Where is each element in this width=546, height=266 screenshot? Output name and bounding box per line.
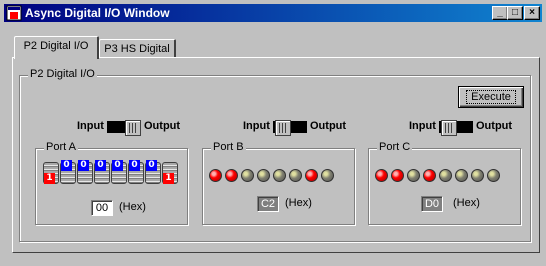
execute-label: Execute xyxy=(466,90,516,104)
direction-switch[interactable] xyxy=(273,120,307,136)
input-label: Input xyxy=(77,120,104,132)
port-a-bit-switch[interactable]: 1 xyxy=(43,160,59,184)
minimize-button[interactable]: _ xyxy=(492,6,508,20)
bit-value-flag: 0 xyxy=(129,160,140,171)
input-label: Input xyxy=(409,120,436,132)
tab-p3-hs-digital[interactable]: P3 HS Digital xyxy=(99,39,176,59)
port-b-group: Port B xyxy=(202,141,355,225)
port-a-hex-input[interactable]: 00 xyxy=(91,200,113,216)
port-a-bit-switch[interactable]: 1 xyxy=(162,160,178,184)
led-indicator xyxy=(455,169,468,182)
led-indicator xyxy=(321,169,334,182)
port-a-bit-switch[interactable]: 0 xyxy=(128,160,144,184)
port-c-group: Port C xyxy=(368,141,521,225)
output-label: Output xyxy=(144,120,181,132)
async-digital-io-window: Async Digital I/O Window _ □ × P2 Digita… xyxy=(0,0,546,266)
led-indicator xyxy=(241,169,254,182)
bit-value-flag: 1 xyxy=(163,173,174,184)
port-a-bit-switch[interactable]: 0 xyxy=(77,160,93,184)
input-label: Input xyxy=(243,120,270,132)
close-button[interactable]: × xyxy=(524,6,540,20)
port-c-hex-unit: (Hex) xyxy=(453,197,480,209)
port-c-direction-toggle[interactable]: Input Output xyxy=(409,120,529,136)
port-a-bit-switch[interactable]: 0 xyxy=(145,160,161,184)
title-bar[interactable]: Async Digital I/O Window _ □ × xyxy=(4,4,542,22)
port-a-bit-switch[interactable]: 0 xyxy=(111,160,127,184)
led-indicator xyxy=(273,169,286,182)
direction-switch[interactable] xyxy=(439,120,473,136)
app-window-icon xyxy=(6,5,22,21)
tab-panel: P2 Digital I/O Execute Input Output Inpu… xyxy=(12,57,540,253)
port-b-direction-toggle[interactable]: Input Output xyxy=(243,120,363,136)
maximize-icon: □ xyxy=(511,7,519,18)
tab-label: P2 Digital I/O xyxy=(23,40,89,52)
bit-value-flag: 0 xyxy=(95,160,106,171)
led-indicator xyxy=(391,169,404,182)
switch-knob[interactable] xyxy=(441,120,457,136)
execute-button[interactable]: Execute xyxy=(458,86,524,108)
port-c-label: Port C xyxy=(377,141,413,153)
group-label: P2 Digital I/O xyxy=(28,68,97,80)
led-indicator xyxy=(487,169,500,182)
close-icon: × xyxy=(529,7,535,18)
led-indicator xyxy=(375,169,388,182)
port-a-label: Port A xyxy=(44,141,78,153)
switch-knob[interactable] xyxy=(275,120,291,136)
tab-label: P3 HS Digital xyxy=(104,43,170,55)
port-c-hex-value: D0 xyxy=(421,196,443,212)
minimize-icon: _ xyxy=(497,7,503,18)
led-indicator xyxy=(423,169,436,182)
bit-value-flag: 1 xyxy=(44,173,55,184)
port-a-hex-unit: (Hex) xyxy=(119,201,146,213)
port-b-hex-unit: (Hex) xyxy=(285,197,312,209)
bit-value-flag: 0 xyxy=(112,160,123,171)
direction-switch[interactable] xyxy=(107,120,141,136)
led-indicator xyxy=(407,169,420,182)
maximize-button[interactable]: □ xyxy=(507,6,523,20)
output-label: Output xyxy=(310,120,347,132)
port-a-bit-switch[interactable]: 0 xyxy=(60,160,76,184)
bit-value-flag: 0 xyxy=(61,160,72,171)
port-b-label: Port B xyxy=(211,141,246,153)
switch-knob[interactable] xyxy=(125,120,141,136)
output-label: Output xyxy=(476,120,513,132)
window-title: Async Digital I/O Window xyxy=(25,6,170,20)
port-a-direction-toggle[interactable]: Input Output xyxy=(77,120,197,136)
led-indicator xyxy=(289,169,302,182)
led-indicator xyxy=(305,169,318,182)
led-indicator xyxy=(439,169,452,182)
led-indicator xyxy=(257,169,270,182)
port-b-hex-value: C2 xyxy=(257,196,279,212)
bit-value-flag: 0 xyxy=(78,160,89,171)
tab-p2-digital-io[interactable]: P2 Digital I/O xyxy=(14,36,99,59)
led-indicator xyxy=(471,169,484,182)
bit-value-flag: 0 xyxy=(146,160,157,171)
port-a-bit-switch[interactable]: 0 xyxy=(94,160,110,184)
led-indicator xyxy=(209,169,222,182)
led-indicator xyxy=(225,169,238,182)
